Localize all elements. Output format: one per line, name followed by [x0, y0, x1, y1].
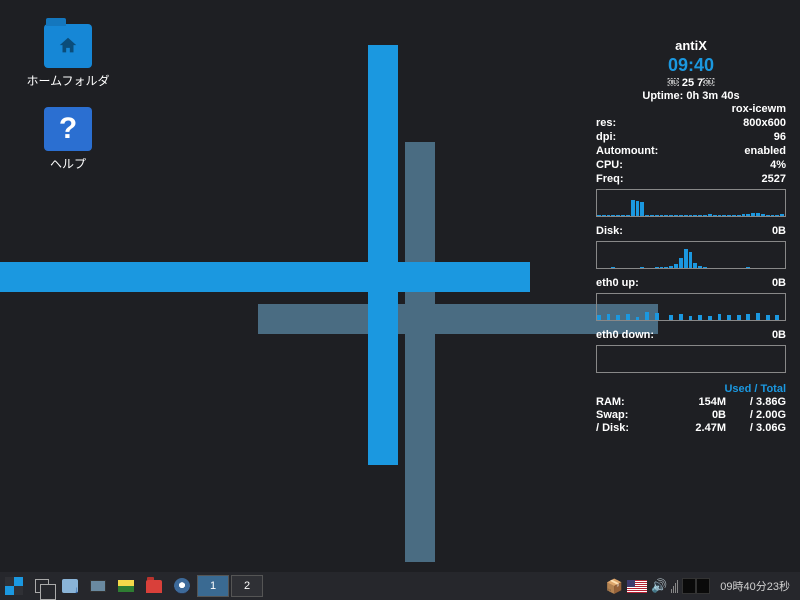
disk-graph [596, 241, 786, 269]
taskbar: 1 2 📦 🔊 09時40分23秒 [0, 572, 800, 600]
desktop-icon-home-folder[interactable]: ホームフォルダ [20, 24, 116, 89]
mem-header: Used / Total [596, 383, 786, 395]
network-tray[interactable] [671, 576, 678, 596]
taskbar-clock[interactable]: 09時40分23秒 [714, 578, 796, 594]
file-manager-launcher[interactable] [58, 574, 82, 598]
help-icon: ? [44, 107, 92, 151]
label-disk: Disk: [596, 225, 623, 237]
value-disk: 0B [772, 225, 786, 237]
window-list-button[interactable] [30, 574, 54, 598]
conky-clock: 09:40 [596, 55, 786, 76]
package-updater-tray[interactable]: 📦 [606, 576, 623, 596]
value-automount: enabled [744, 145, 786, 157]
conky-uptime: Uptime: 0h 3m 40s [596, 90, 786, 102]
workspace-label: 2 [244, 580, 250, 592]
volume-tray[interactable]: 🔊 [651, 576, 667, 596]
us-flag-icon [627, 580, 647, 593]
keyboard-layout-tray[interactable] [627, 576, 647, 596]
conky-panel: antiX 09:40 ￼ 25 7￼ Uptime: 0h 3m 40s ro… [596, 38, 786, 434]
label-ram: RAM: [596, 396, 650, 408]
terminal-icon [118, 580, 134, 592]
value-rootdisk-total: / 3.06G [726, 422, 786, 434]
label-eth-up: eth0 up: [596, 277, 639, 289]
value-eth-down: 0B [772, 329, 786, 341]
desktop-icon [90, 580, 106, 592]
browser-launcher[interactable] [170, 574, 194, 598]
signal-icon [671, 579, 678, 593]
desktop-icon-help[interactable]: ? ヘルプ [20, 107, 116, 172]
value-rootdisk-used: 2.47M [650, 422, 726, 434]
cpu-monitor-tray[interactable] [682, 576, 710, 596]
label-freq: Freq: [596, 173, 624, 185]
label-eth-down: eth0 down: [596, 329, 654, 341]
folder-icon [44, 24, 92, 68]
app-menu-button[interactable] [2, 574, 26, 598]
label-dpi: dpi: [596, 131, 616, 143]
workspace-label: 1 [210, 580, 216, 592]
windows-icon [35, 579, 49, 593]
browser-icon [174, 578, 190, 594]
terminal-launcher[interactable] [114, 574, 138, 598]
system-tray: 📦 🔊 09時40分23秒 [606, 576, 796, 596]
value-eth-up: 0B [772, 277, 786, 289]
menu-icon [5, 577, 23, 595]
label-swap: Swap: [596, 409, 650, 421]
workspace-1-button[interactable]: 1 [197, 575, 229, 597]
file-manager-icon [62, 579, 78, 593]
show-desktop-button[interactable] [86, 574, 110, 598]
eth-down-graph [596, 345, 786, 373]
label-res: res: [596, 117, 616, 129]
label-cpu: CPU: [596, 159, 623, 171]
value-swap-total: / 2.00G [726, 409, 786, 421]
desktop-icon-label: ホームフォルダ [20, 72, 116, 89]
conky-title: antiX [596, 38, 786, 53]
workspace-2-button[interactable]: 2 [231, 575, 263, 597]
conky-wm: rox-icewm [596, 103, 786, 115]
label-rootdisk: / Disk: [596, 422, 650, 434]
value-freq: 2527 [762, 173, 786, 185]
desktop-icon-label: ヘルプ [20, 155, 116, 172]
conky-date: ￼ 25 7￼ [596, 77, 786, 89]
value-ram-total: / 3.86G [726, 396, 786, 408]
value-ram-used: 154M [650, 396, 726, 408]
files-launcher[interactable] [142, 574, 166, 598]
label-automount: Automount: [596, 145, 658, 157]
value-dpi: 96 [774, 131, 786, 143]
value-cpu: 4% [770, 159, 786, 171]
folder-red-icon [146, 580, 162, 593]
cpu-graph [596, 189, 786, 217]
value-swap-used: 0B [650, 409, 726, 421]
eth-up-graph [596, 293, 786, 321]
value-res: 800x600 [743, 117, 786, 129]
